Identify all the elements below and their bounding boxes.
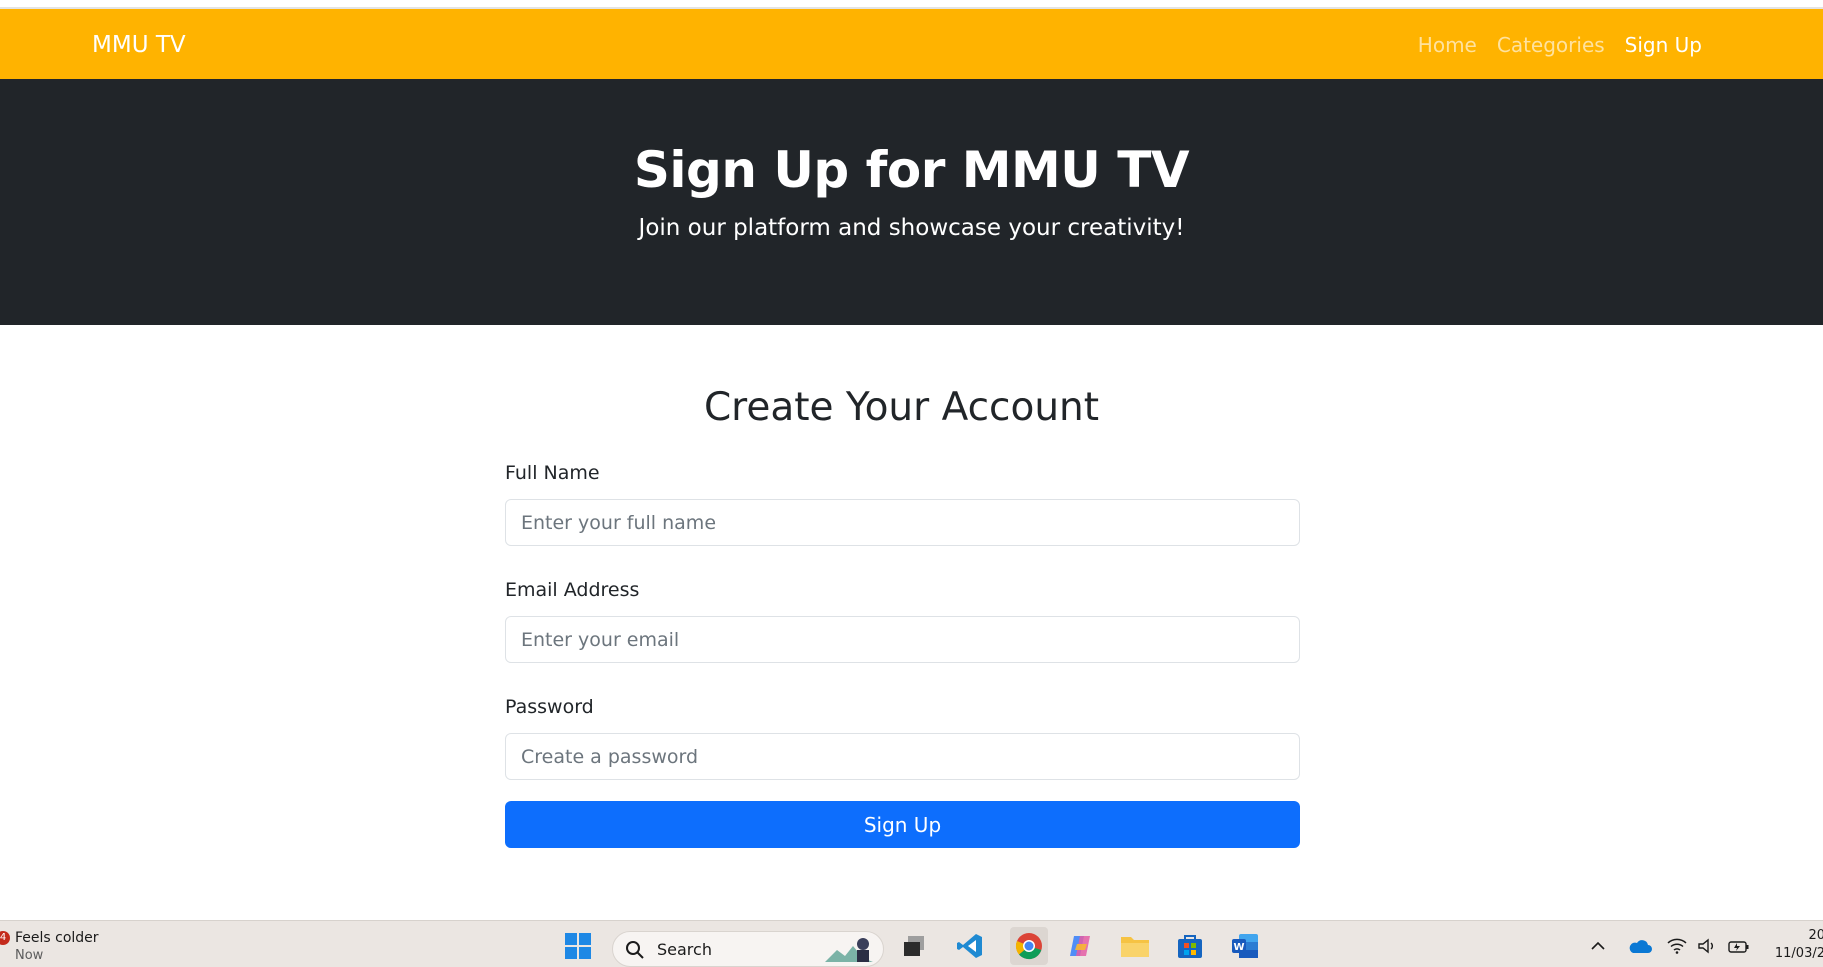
onedrive-icon[interactable]	[1628, 935, 1652, 957]
clock-time: 20	[1808, 928, 1823, 943]
volume-icon[interactable]	[1697, 935, 1717, 957]
weather-text: Feels colder	[15, 930, 99, 946]
nav-link-home[interactable]: Home	[1418, 33, 1477, 57]
chrome-icon[interactable]	[1010, 927, 1048, 965]
email-label: Email Address	[505, 579, 640, 601]
weather-time: Now	[15, 948, 44, 963]
taskbar-clock[interactable]: 20 11/03/2	[1775, 927, 1823, 963]
wifi-icon[interactable]	[1667, 935, 1687, 957]
windows-taskbar: 4 Feels colder Now Search W 20 11/03/2	[0, 920, 1823, 967]
search-highlight-icon	[825, 938, 873, 962]
search-label: Search	[657, 940, 712, 959]
vscode-icon[interactable]	[955, 931, 985, 961]
signup-form: Full Name Email Address Password Sign Up	[505, 462, 1300, 848]
task-view-icon[interactable]	[899, 931, 929, 961]
svg-text:W: W	[1233, 942, 1244, 953]
password-label: Password	[505, 696, 594, 718]
hero-title: Sign Up for MMU TV	[633, 141, 1190, 199]
full-name-input[interactable]	[505, 499, 1300, 546]
clock-date: 11/03/2	[1774, 946, 1823, 961]
browser-top-strip	[0, 0, 1823, 9]
show-hidden-icons-icon[interactable]	[1590, 935, 1606, 957]
weather-widget[interactable]: 4 Feels colder Now	[0, 929, 130, 965]
weather-badge: 4	[0, 931, 10, 945]
navbar: MMU TV Home Categories Sign Up	[0, 9, 1823, 79]
file-explorer-icon[interactable]	[1120, 931, 1150, 961]
windows-start-icon[interactable]	[563, 931, 593, 961]
search-icon	[626, 941, 644, 959]
brand-link[interactable]: MMU TV	[92, 32, 186, 58]
password-input[interactable]	[505, 733, 1300, 780]
nav-link-signup[interactable]: Sign Up	[1625, 33, 1702, 57]
microsoft-store-icon[interactable]	[1175, 931, 1205, 961]
battery-icon[interactable]	[1728, 935, 1750, 957]
taskbar-search[interactable]: Search	[612, 931, 884, 967]
form-title: Create Your Account	[703, 385, 1100, 430]
page: MMU TV Home Categories Sign Up Sign Up f…	[0, 0, 1823, 967]
copilot-icon[interactable]	[1065, 931, 1095, 961]
full-name-label: Full Name	[505, 462, 600, 484]
word-icon[interactable]: W	[1230, 931, 1260, 961]
hero-subtitle: Join our platform and showcase your crea…	[638, 215, 1185, 241]
signup-submit-button[interactable]: Sign Up	[505, 801, 1300, 848]
nav-links: Home Categories Sign Up	[1418, 33, 1702, 57]
email-input[interactable]	[505, 616, 1300, 663]
hero-banner: Sign Up for MMU TV Join our platform and…	[0, 79, 1823, 325]
nav-link-categories[interactable]: Categories	[1497, 33, 1605, 57]
